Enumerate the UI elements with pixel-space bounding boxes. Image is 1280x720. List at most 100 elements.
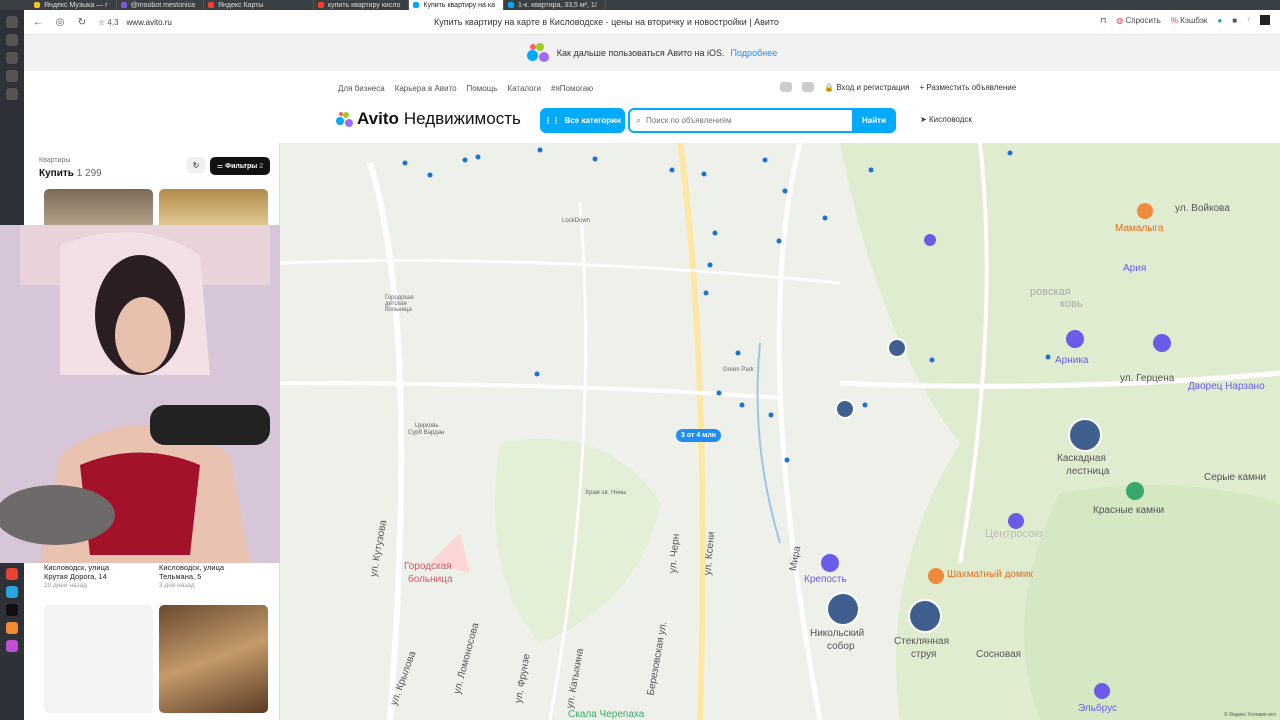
top-links: Для бизнеса Карьера в Авито Помощь Катал… bbox=[338, 84, 593, 93]
map-copyright: © Яндекс Условия исп bbox=[1224, 712, 1276, 718]
search-icon: ⌕ bbox=[636, 115, 642, 125]
extension-icon[interactable]: ■ bbox=[1232, 16, 1237, 25]
extension-icon[interactable]: ⁷ bbox=[1247, 16, 1250, 25]
menu-icon[interactable] bbox=[1260, 15, 1270, 25]
search-box: ⌕ Найти bbox=[628, 108, 896, 133]
security-icon[interactable]: ◎ bbox=[52, 14, 68, 30]
map-label: Крепость bbox=[804, 574, 847, 585]
favorites-icon[interactable] bbox=[780, 82, 792, 92]
gmail-icon[interactable] bbox=[6, 568, 18, 580]
map-label: лестница bbox=[1066, 466, 1110, 477]
sidebar-app-icon[interactable] bbox=[6, 640, 18, 652]
search-input[interactable] bbox=[646, 116, 837, 125]
reload-icon[interactable]: ↻ bbox=[74, 14, 90, 30]
url-field[interactable]: www.avito.ru bbox=[127, 18, 172, 27]
results-heading: Купить 1 299 bbox=[39, 168, 102, 179]
browser-tab[interactable]: купить квартиру кисло bbox=[314, 0, 410, 10]
map-label: ковь bbox=[1060, 298, 1083, 310]
link-catalogs[interactable]: Каталоги bbox=[507, 84, 541, 93]
map-label: Арника bbox=[1055, 355, 1089, 366]
tab-favicon-icon bbox=[34, 2, 40, 8]
sidebar-app-icon[interactable] bbox=[6, 622, 18, 634]
listing-photo[interactable] bbox=[159, 189, 268, 229]
back-icon[interactable]: ← bbox=[30, 14, 46, 30]
map-label: Центросою bbox=[985, 528, 1043, 540]
link-help[interactable]: Помощь bbox=[467, 84, 498, 93]
listing-photo[interactable] bbox=[44, 605, 153, 713]
map-label: струя bbox=[911, 649, 937, 660]
tiktok-icon[interactable] bbox=[6, 604, 18, 616]
map-label: Никольский bbox=[810, 628, 865, 639]
map-view[interactable]: Мамалыга Ария Арника Дворец Нарзано Каск… bbox=[280, 143, 1280, 720]
browser-tab-strip: Яндекс Музыка — г @moobot mestonica Янде… bbox=[0, 0, 1280, 10]
listing-address[interactable]: Кисловодск, улица Тельмана, 5 3 дня наза… bbox=[159, 563, 224, 590]
brand-sub: Недвижимость bbox=[403, 109, 521, 128]
map-label: Сурб Вардан bbox=[408, 430, 445, 436]
map-label: Красные камни bbox=[1093, 505, 1165, 516]
tab-favicon-icon bbox=[208, 2, 214, 8]
ask-button[interactable]: ◍ Спросить bbox=[1116, 16, 1161, 25]
brand-main: Avito bbox=[357, 109, 399, 128]
search-button[interactable]: Найти bbox=[852, 108, 896, 133]
link-ya-pomogayu[interactable]: #яПомогаю bbox=[551, 84, 593, 93]
site-rating[interactable]: ☆ 4,3 bbox=[98, 18, 119, 27]
browser-tab-active[interactable]: Купить квартиру на ка bbox=[409, 0, 504, 10]
bookmark-icon[interactable]: ⊓ bbox=[1100, 16, 1106, 25]
browser-tab[interactable]: @moobot mestonica bbox=[117, 0, 204, 10]
sidebar-app-icon[interactable] bbox=[6, 16, 18, 28]
listing-photo[interactable] bbox=[44, 189, 153, 229]
link-career[interactable]: Карьера в Авито bbox=[395, 84, 457, 93]
map-label: Городская bbox=[404, 561, 452, 572]
account-area: 🔒 Вход и регистрация + Разместить объявл… bbox=[780, 82, 1016, 92]
map-label: Эльбрус bbox=[1078, 703, 1117, 714]
map-label: Серые камни bbox=[1204, 472, 1267, 483]
sidebar-app-icon[interactable] bbox=[6, 70, 18, 82]
map-label: ул. Герцена bbox=[1120, 373, 1175, 384]
category-label: Квартиры bbox=[39, 157, 71, 164]
ios-banner: Как дальше пользоваться Авито на iOS. По… bbox=[24, 35, 1280, 71]
ios-banner-link[interactable]: Подробнее bbox=[731, 48, 778, 58]
map-label: Стеклянная bbox=[894, 636, 950, 647]
filters-button[interactable]: ⚌ Фильтры 2 bbox=[210, 157, 270, 175]
browser-tab[interactable]: Яндекс Музыка — г bbox=[30, 0, 117, 10]
brand-logo[interactable]: Avito Недвижимость bbox=[336, 109, 521, 129]
tab-favicon-icon bbox=[318, 2, 324, 8]
browser-tab[interactable]: 1-к. квартира, 33,5 м², 1/ bbox=[504, 0, 606, 10]
sidebar-app-icon[interactable] bbox=[6, 34, 18, 46]
city-selector[interactable]: ➤ Кисловодск bbox=[920, 115, 972, 124]
all-categories-button[interactable]: ⋮⋮ Все категории bbox=[540, 108, 625, 133]
avito-logo-icon bbox=[526, 42, 549, 64]
map-label: ул. Войкова bbox=[1175, 203, 1230, 214]
map-label: Дворец Нарзано bbox=[1188, 381, 1265, 392]
listing-address[interactable]: Кисловодск, улица Крутая Дорога, 14 20 д… bbox=[44, 563, 109, 590]
tab-favicon-icon bbox=[413, 2, 420, 8]
map-label: Green Park bbox=[723, 367, 754, 373]
browser-tab[interactable]: Яндекс Карты bbox=[204, 0, 314, 10]
cart-icon[interactable] bbox=[802, 82, 814, 92]
link-business[interactable]: Для бизнеса bbox=[338, 84, 385, 93]
listing-photo[interactable] bbox=[159, 605, 268, 713]
telegram-icon[interactable] bbox=[6, 586, 18, 598]
map-label: Ария bbox=[1123, 263, 1147, 274]
map-label: Церковь bbox=[415, 423, 439, 429]
sidebar-app-icon[interactable] bbox=[6, 52, 18, 64]
login-link[interactable]: 🔒 Вход и регистрация bbox=[824, 83, 909, 92]
page-title: Купить квартиру на карте в Кисловодске -… bbox=[434, 17, 779, 27]
webcam-image bbox=[0, 225, 280, 563]
post-ad-link[interactable]: + Разместить объявление bbox=[919, 83, 1016, 92]
extension-icon[interactable]: ● bbox=[1217, 16, 1222, 25]
ios-banner-text: Как дальше пользоваться Авито на iOS. bbox=[556, 48, 725, 58]
map-label: Храм св. Нины bbox=[585, 490, 627, 496]
map-label: Скала Черепаха bbox=[568, 709, 645, 720]
map-label: Шахматный домик bbox=[947, 569, 1033, 580]
map-label: собор bbox=[827, 641, 855, 652]
map-label: Каскадная bbox=[1057, 453, 1106, 464]
tab-favicon-icon bbox=[120, 2, 127, 8]
avito-logo-icon bbox=[336, 111, 354, 127]
cashback-button[interactable]: % Кэшбэк bbox=[1171, 16, 1208, 25]
tab-favicon-icon bbox=[508, 2, 514, 8]
sidebar-app-icon[interactable] bbox=[6, 88, 18, 100]
refresh-icon[interactable]: ↻ bbox=[187, 157, 205, 173]
webcam-overlay bbox=[0, 225, 280, 563]
price-cluster-pin[interactable]: 3 от 4 млн bbox=[676, 429, 722, 442]
